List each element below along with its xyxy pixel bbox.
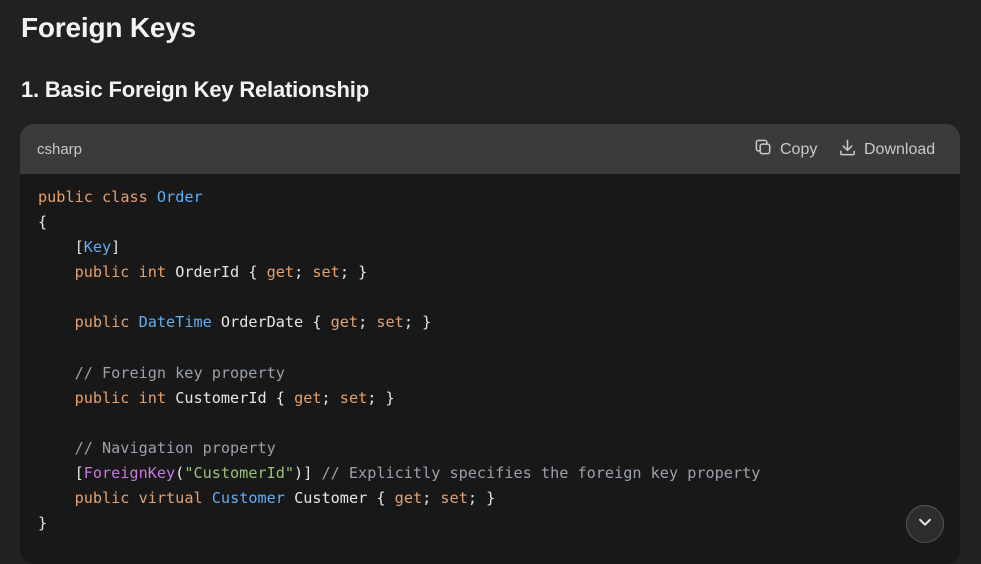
code-token: Key — [83, 238, 112, 257]
code-line: public DateTime OrderDate { get; set; } — [38, 310, 942, 335]
code-token: } — [38, 514, 48, 533]
scroll-to-bottom-button[interactable] — [906, 505, 944, 543]
code-token: get — [330, 313, 359, 332]
code-token: "CustomerId" — [184, 464, 295, 483]
code-token: ; — [358, 313, 377, 332]
code-token: Order — [156, 188, 203, 206]
code-block: csharp Copy Download public class Order { — [20, 124, 960, 564]
section-heading: 1. Basic Foreign Key Relationship — [21, 77, 369, 102]
chevron-down-icon — [916, 513, 934, 536]
code-line: public class Order — [38, 185, 942, 210]
download-icon — [838, 138, 857, 162]
code-token: Customer — [211, 489, 285, 508]
code-language-label: csharp — [37, 141, 83, 158]
code-token: int — [138, 388, 167, 407]
code-token: get — [394, 489, 423, 508]
code-token: get — [266, 263, 295, 282]
code-token: ; — [294, 263, 313, 282]
code-token: set — [440, 489, 468, 508]
code-token: get — [294, 388, 322, 407]
code-token: // Explicitly specifies the foreign key … — [321, 464, 761, 483]
code-token: ; — [422, 489, 441, 508]
code-line: public virtual Customer Customer { get ; … — [38, 486, 942, 511]
code-token: ( — [175, 464, 185, 483]
code-token: ; } — [339, 263, 368, 282]
code-token: ; } — [403, 313, 432, 332]
code-token: public — [74, 489, 130, 508]
code-token: { — [38, 213, 48, 232]
code-token: public — [74, 388, 130, 407]
code-token: OrderId { — [166, 263, 267, 282]
code-token: public — [74, 313, 130, 332]
code-token: OrderDate { — [211, 313, 331, 332]
code-line: { — [38, 210, 942, 235]
code-line: } — [38, 511, 942, 536]
code-token: int — [138, 263, 167, 282]
code-line: // Navigation property — [38, 436, 942, 461]
code-line: public int OrderId { get; set; } — [38, 260, 942, 285]
download-button[interactable]: Download — [838, 138, 935, 162]
code-token: // Foreign key property — [74, 363, 285, 382]
code-token: set — [376, 313, 404, 332]
code-token: ] — [111, 238, 121, 257]
code-token: set — [312, 263, 340, 282]
copy-button-label: Copy — [780, 141, 818, 158]
code-token: ; } — [467, 489, 496, 508]
code-token: )] — [294, 464, 322, 483]
code-line: // Foreign key property — [38, 361, 942, 386]
code-token: class — [102, 188, 148, 206]
code-token: // Navigation property — [74, 438, 276, 457]
code-token: DateTime — [138, 313, 212, 332]
code-line: [Key] — [38, 235, 942, 260]
code-token: Customer { — [284, 489, 395, 508]
code-token: ForeignKey — [83, 464, 176, 483]
code-token: ; — [321, 388, 340, 407]
code-token: [ — [38, 464, 84, 483]
code-line: [ForeignKey("CustomerId")] // Explicitly… — [38, 461, 942, 486]
copy-button[interactable]: Copy — [754, 138, 817, 162]
code-token: virtual — [138, 489, 203, 508]
code-token: [ — [38, 238, 84, 257]
code-token: set — [339, 388, 368, 407]
download-button-label: Download — [864, 141, 936, 158]
page-heading: Foreign Keys — [21, 12, 196, 43]
code-token: public — [38, 188, 93, 206]
code-block-header: csharp Copy Download — [20, 124, 960, 174]
code-content: public class Order{ [Key] public int Ord… — [20, 174, 960, 547]
code-token: CustomerId { — [166, 388, 295, 407]
code-token: ; } — [367, 388, 395, 407]
code-token: public — [74, 263, 130, 282]
copy-icon — [754, 138, 773, 162]
code-line: public int CustomerId { get; set; } — [38, 386, 942, 411]
